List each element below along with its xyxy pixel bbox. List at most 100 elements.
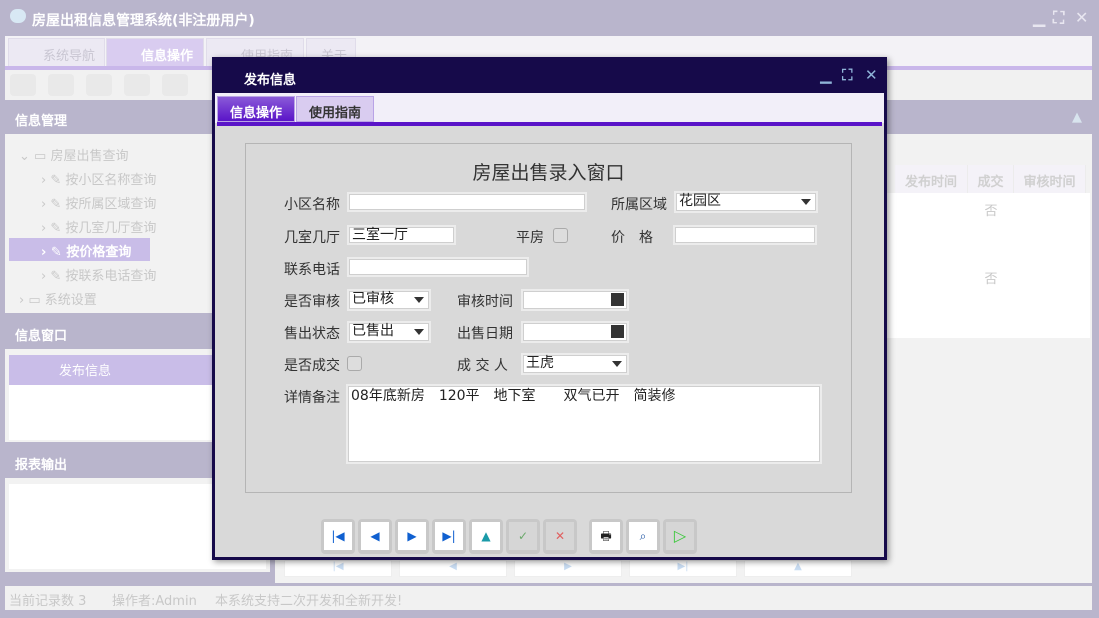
tree-item-by-area[interactable]: › ✎ 按所属区域查询: [41, 193, 156, 212]
bg-up-button: ▲: [744, 560, 852, 577]
search-tool-button[interactable]: [10, 74, 36, 96]
label-remark: 详情备注: [284, 387, 340, 407]
status-bar: 当前记录数 3 操作者:Admin 本系统支持二次开发和全新开发!: [5, 586, 1092, 610]
print-preview-button[interactable]: ⌕: [626, 519, 660, 554]
buyer-value: 王虎: [526, 355, 554, 371]
confirm-button[interactable]: ✓: [506, 519, 540, 554]
insert-button[interactable]: ▲: [469, 519, 503, 554]
chevron-down-icon: [612, 361, 622, 367]
tree-item-by-name[interactable]: › ✎ 按小区名称查询: [41, 169, 156, 188]
label-rooms: 几室几厅: [284, 227, 340, 247]
calendar-icon[interactable]: [611, 325, 624, 338]
audited-value: 已审核: [352, 291, 394, 307]
run-button[interactable]: ▷: [663, 519, 697, 554]
tab-label: 信息操作: [141, 49, 193, 64]
tree-label: 按联系电话查询: [65, 269, 156, 284]
form-title: 房屋出售录入窗口: [246, 158, 851, 185]
status-note: 本系统支持二次开发和全新开发!: [215, 590, 402, 609]
operator: 操作者:Admin: [112, 590, 197, 609]
item-label: 发布信息: [59, 364, 111, 379]
maximize-icon[interactable]: ⛶: [1053, 8, 1064, 28]
tree-label: 按所属区域查询: [65, 197, 156, 212]
buyer-select[interactable]: 王虎: [521, 353, 629, 375]
price-input[interactable]: [673, 225, 817, 245]
dialog-titlebar: 发布信息 ▁ ⛶ ✕: [215, 60, 884, 93]
name-input[interactable]: [347, 192, 587, 212]
maximize-icon[interactable]: ⛶: [842, 66, 853, 84]
tree-label: 按小区名称查询: [65, 173, 156, 188]
prev-record-button[interactable]: ◀: [358, 519, 392, 554]
list-tool-button[interactable]: [48, 74, 74, 96]
bg-first-button: |◀: [284, 560, 392, 577]
label-flat: 平房: [516, 227, 544, 247]
chevron-down-icon: [414, 297, 424, 303]
label-price: 价 格: [611, 227, 653, 247]
app-titlebar: 房屋出租信息管理系统(非注册用户) ▁ ⛶ ✕: [0, 0, 1099, 36]
sale-status-value: 已售出: [352, 323, 394, 339]
bg-last-button: ▶|: [629, 560, 737, 577]
dialog-tab-underline: [217, 122, 882, 126]
next-record-button[interactable]: ▶: [395, 519, 429, 554]
col-header-audit-time[interactable]: 审核时间: [1014, 165, 1086, 193]
dialog-tab-guide[interactable]: 使用指南: [296, 96, 374, 122]
tree-label: 系统设置: [45, 293, 97, 308]
tree-folder-sale-query[interactable]: ⌄ ▭ 房屋出售查询: [19, 145, 128, 164]
phone-input[interactable]: [347, 257, 529, 277]
app-logo-icon: [10, 9, 26, 23]
first-record-button[interactable]: |◀: [321, 519, 355, 554]
label-buyer: 成 交 人: [457, 355, 508, 375]
tree-label: 房屋出售查询: [50, 149, 128, 164]
area-value: 花园区: [679, 193, 721, 209]
user-tool-button[interactable]: [124, 74, 150, 96]
calendar-icon[interactable]: [611, 293, 624, 306]
screen-tool-button[interactable]: [162, 74, 188, 96]
tab-info-ops[interactable]: 信息操作: [106, 38, 204, 68]
flat-checkbox[interactable]: [553, 228, 568, 243]
label-area: 所属区域: [611, 194, 667, 214]
tree-item-by-rooms[interactable]: › ✎ 按几室几厅查询: [41, 217, 156, 236]
label-phone: 联系电话: [284, 259, 340, 279]
audit-time-input[interactable]: [521, 289, 629, 311]
label-name: 小区名称: [284, 194, 340, 214]
document-tool-button[interactable]: [86, 74, 112, 96]
dealt-checkbox[interactable]: [347, 356, 362, 371]
label-dealt: 是否成交: [284, 355, 340, 375]
bg-prev-button: ◀: [399, 560, 507, 577]
remark-textarea[interactable]: 08年底新房 120平 地下室 双气已开 简装修: [346, 384, 822, 464]
col-header-publish-time[interactable]: 发布时间: [895, 165, 968, 193]
bg-next-button: ▶: [514, 560, 622, 577]
publish-info-item[interactable]: 发布信息: [9, 355, 214, 385]
tree-item-by-phone[interactable]: › ✎ 按联系电话查询: [41, 265, 156, 284]
rooms-input[interactable]: 三室一厅: [347, 225, 456, 245]
record-count: 当前记录数 3: [9, 590, 86, 609]
label-audited: 是否审核: [284, 291, 340, 311]
info-window-body: [9, 385, 214, 440]
sale-entry-form: 房屋出售录入窗口 小区名称 所属区域 花园区 几室几厅 三室一厅 平房 价 格 …: [245, 143, 852, 493]
grid-cell-deal: 否: [968, 200, 1014, 219]
print-button[interactable]: 🖶: [589, 519, 623, 554]
publish-dialog: 发布信息 ▁ ⛶ ✕ 信息操作 使用指南 房屋出售录入窗口 小区名称 所属区域 …: [212, 57, 887, 560]
col-header-deal[interactable]: 成交: [968, 165, 1014, 193]
sale-status-select[interactable]: 已售出: [347, 321, 431, 343]
minimize-icon[interactable]: ▁: [1033, 8, 1045, 27]
area-select[interactable]: 花园区: [674, 191, 818, 213]
dialog-tab-info-ops[interactable]: 信息操作: [217, 96, 295, 122]
cancel-button[interactable]: ✕: [543, 519, 577, 554]
last-record-button[interactable]: ▶|: [432, 519, 466, 554]
close-icon[interactable]: ✕: [1075, 8, 1088, 27]
label-sale-status: 售出状态: [284, 323, 340, 343]
sale-date-input[interactable]: [521, 321, 629, 343]
label-sale-date: 出售日期: [457, 323, 513, 343]
close-icon[interactable]: ✕: [865, 66, 878, 84]
tab-label: 系统导航: [43, 49, 95, 64]
minimize-icon[interactable]: ▁: [820, 66, 832, 84]
tree-label: 按价格查询: [66, 245, 131, 260]
grid-cell-deal: 否: [968, 268, 1014, 287]
chevron-down-icon: [414, 329, 424, 335]
audited-select[interactable]: 已审核: [347, 289, 431, 311]
label-audit-time: 审核时间: [457, 291, 513, 311]
tree-folder-settings[interactable]: › ▭ 系统设置: [19, 289, 97, 308]
tab-system-nav[interactable]: 系统导航: [8, 38, 105, 68]
app-title: 房屋出租信息管理系统(非注册用户): [32, 10, 255, 30]
tree-item-by-price[interactable]: › ✎ 按价格查询: [9, 238, 150, 261]
